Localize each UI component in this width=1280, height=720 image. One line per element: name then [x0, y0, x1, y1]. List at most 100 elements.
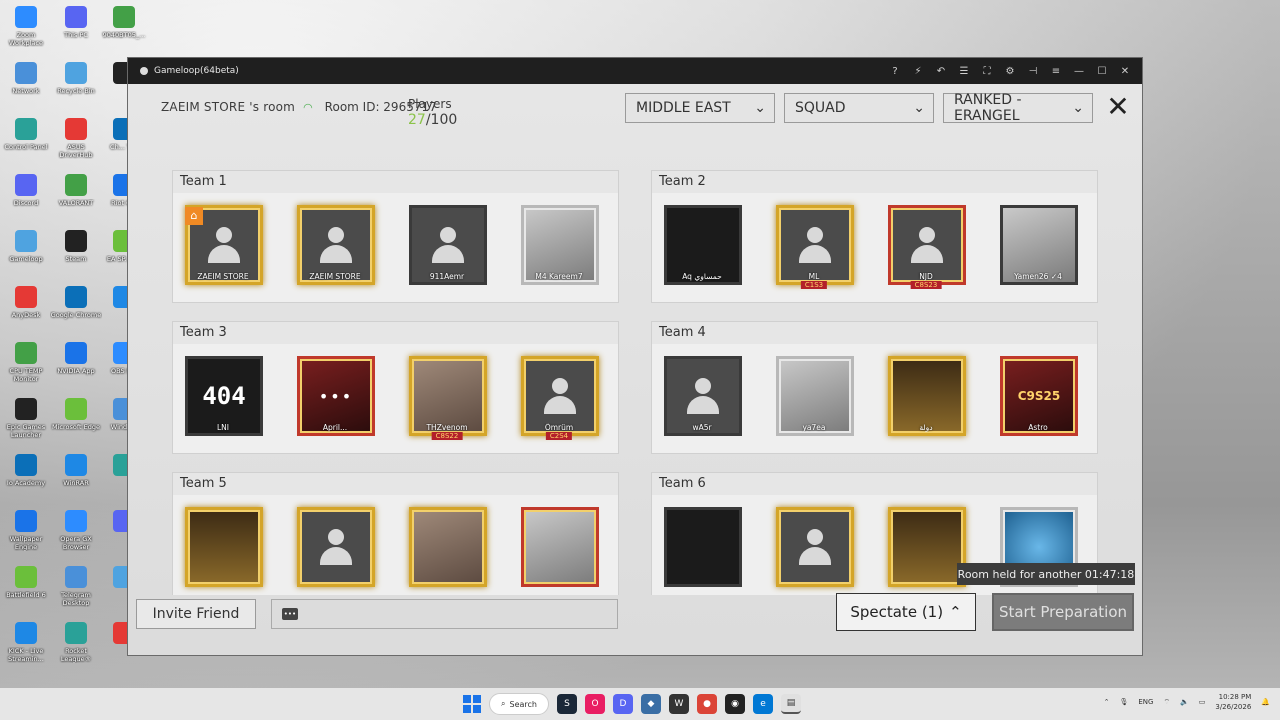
desktop-icon[interactable]: AnyDesk — [0, 284, 52, 340]
map-dropdown[interactable]: RANKED - ERANGEL ⌄ — [943, 92, 1093, 124]
team-card: Team 4 wA5r ya7ea دولة C9S25 Astro — [651, 321, 1098, 454]
desktop-icon[interactable]: Recycle Bin — [50, 60, 102, 116]
close-room-icon[interactable]: ✕ — [1104, 93, 1132, 122]
desktop-icon[interactable]: Control Panel — [0, 116, 52, 172]
tray-chevron-icon[interactable]: ⌃ — [1104, 698, 1110, 706]
volume-icon[interactable]: 🔈 — [1180, 698, 1189, 706]
desktop-icon-label: AnyDesk — [11, 311, 41, 319]
chevron-down-icon: ⌄ — [1072, 100, 1084, 116]
desktop-icon[interactable]: Opera GX Browser — [50, 508, 102, 564]
player-name: wA5r — [692, 423, 712, 432]
maximize-icon[interactable]: ☐ — [1095, 64, 1109, 78]
desktop-icon[interactable]: ASUS DriverHub — [50, 116, 102, 172]
wifi-icon[interactable]: ⌔ — [1163, 698, 1170, 707]
app-icon — [65, 510, 87, 532]
desktop-icon[interactable]: Network — [0, 60, 52, 116]
pin-icon[interactable]: ⊣ — [1026, 64, 1040, 78]
desktop-icon-label: Microsoft Edge — [51, 423, 100, 431]
player-slot[interactable]: ML C1S3 — [772, 201, 856, 291]
desktop-icon[interactable]: Steam — [50, 228, 102, 284]
desktop-icon[interactable]: Microsoft Edge — [50, 396, 102, 452]
chrome-icon[interactable]: ● — [697, 694, 717, 714]
desktop-icon[interactable]: Rocket League® — [50, 620, 102, 676]
player-slot[interactable]: THZvenom C8S22 — [405, 352, 489, 442]
desktop-icon[interactable]: Wallpaper Engine — [0, 508, 52, 564]
search-label: Search — [509, 699, 537, 709]
player-slot[interactable] — [405, 503, 489, 593]
opera-gx-icon[interactable]: O — [585, 694, 605, 714]
notification-bell-icon[interactable]: 🔔 — [1261, 698, 1270, 706]
spectate-button[interactable]: Spectate (1) ⌃ — [836, 593, 976, 631]
close-window-icon[interactable]: ✕ — [1118, 64, 1132, 78]
fullscreen-icon[interactable]: ⛶ — [980, 64, 994, 78]
desktop-icon[interactable]: WinRAR — [50, 452, 102, 508]
app-icon — [65, 6, 87, 28]
player-slot[interactable] — [181, 503, 265, 593]
player-slot[interactable]: M4 Kareem7 — [517, 201, 601, 291]
region-dropdown[interactable]: MIDDLE EAST ⌄ — [625, 93, 775, 123]
windows-start-icon[interactable] — [463, 695, 481, 713]
player-slot[interactable]: Aq حمساوي — [660, 201, 744, 291]
desktop-icon[interactable]: Battlefield 6 — [0, 564, 52, 620]
desktop-icon[interactable]: Google Chrome — [50, 284, 102, 340]
desktop-icon[interactable]: VALORANT — [50, 172, 102, 228]
minimize-icon[interactable]: — — [1072, 64, 1086, 78]
desktop-icon[interactable]: 9040BT05_... — [98, 4, 150, 60]
start-preparation-button[interactable]: Start Preparation — [992, 593, 1134, 631]
obs-icon[interactable]: ◉ — [725, 694, 745, 714]
player-slot[interactable]: NJD C8S23 — [884, 201, 968, 291]
discord-icon[interactable]: D — [613, 694, 633, 714]
desktop-icon[interactable]: Epic Games Launcher — [0, 396, 52, 452]
chevron-down-icon: ⌄ — [913, 100, 925, 116]
player-slot[interactable]: ZAEIM STORE — [293, 201, 377, 291]
player-slot[interactable]: wA5r — [660, 352, 744, 442]
player-slot[interactable]: C9S25 Astro — [996, 352, 1080, 442]
player-slot[interactable]: Yamen26 ✓4 — [996, 201, 1080, 291]
player-slot[interactable]: 911Aemr — [405, 201, 489, 291]
desktop-icon[interactable]: Telegram Desktop — [50, 564, 102, 620]
player-slot[interactable] — [517, 503, 601, 593]
desktop-icon[interactable]: This PC — [50, 4, 102, 60]
chat-input[interactable]: ••• — [271, 599, 618, 629]
player-name: Ömrüm — [544, 423, 574, 432]
boost-icon[interactable]: ⚡ — [911, 64, 925, 78]
desktop-icon[interactable]: KICK - Live Streamin... — [0, 620, 52, 676]
mic-icon[interactable]: 🎙 — [1119, 698, 1128, 706]
player-slot[interactable]: Ömrüm C2S4 — [517, 352, 601, 442]
desktop-icon[interactable]: Discord — [0, 172, 52, 228]
list-icon[interactable]: ☰ — [957, 64, 971, 78]
w-app-icon[interactable]: W — [669, 694, 689, 714]
settings-icon[interactable]: ⚙ — [1003, 64, 1017, 78]
player-slot[interactable] — [293, 503, 377, 593]
player-slot[interactable]: ⌂ ZAEIM STORE — [181, 201, 265, 291]
steam-icon[interactable]: S — [557, 694, 577, 714]
player-slot[interactable] — [772, 503, 856, 593]
clock[interactable]: 10:28 PM 3/26/2026 — [1215, 692, 1251, 712]
teams-grid[interactable]: Team 1 ⌂ ZAEIM STORE ZAEIM STORE 911Aemr — [128, 170, 1142, 595]
chevron-down-icon: ⌄ — [754, 100, 766, 116]
player-slot[interactable]: ••• April... — [293, 352, 377, 442]
desktop-icon[interactable]: Zoom Workplace — [0, 4, 52, 60]
desktop-icon[interactable]: Io Academy — [0, 452, 52, 508]
desktop-icon[interactable]: NVIDIA App — [50, 340, 102, 396]
battery-icon[interactable]: ▭ — [1199, 698, 1206, 706]
undo-icon[interactable]: ↶ — [934, 64, 948, 78]
player-slot[interactable] — [884, 503, 968, 593]
player-slot[interactable]: ya7ea — [772, 352, 856, 442]
desktop-icon[interactable]: CPU TEMP Monitor — [0, 340, 52, 396]
help-icon[interactable]: ? — [888, 64, 902, 78]
shield-icon[interactable]: ◆ — [641, 694, 661, 714]
player-slot[interactable]: 404 LNI — [181, 352, 265, 442]
mode-dropdown[interactable]: SQUAD ⌄ — [784, 93, 934, 123]
window-titlebar[interactable]: Gameloop(64beta) ? ⚡ ↶ ☰ ⛶ ⚙ ⊣ ≡ — ☐ ✕ — [128, 58, 1142, 84]
menu-icon[interactable]: ≡ — [1049, 64, 1063, 78]
player-slot[interactable] — [660, 503, 744, 593]
gameloop-taskbar-icon[interactable]: ▤ — [781, 694, 801, 714]
player-slot[interactable]: دولة — [884, 352, 968, 442]
taskbar-search[interactable]: ⌕ Search — [489, 693, 549, 715]
team-name: Team 5 — [180, 476, 227, 491]
language-indicator[interactable]: ENG — [1138, 698, 1153, 706]
desktop-icon[interactable]: Gameloop — [0, 228, 52, 284]
invite-friend-button[interactable]: Invite Friend — [136, 599, 256, 629]
edge-icon[interactable]: e — [753, 694, 773, 714]
